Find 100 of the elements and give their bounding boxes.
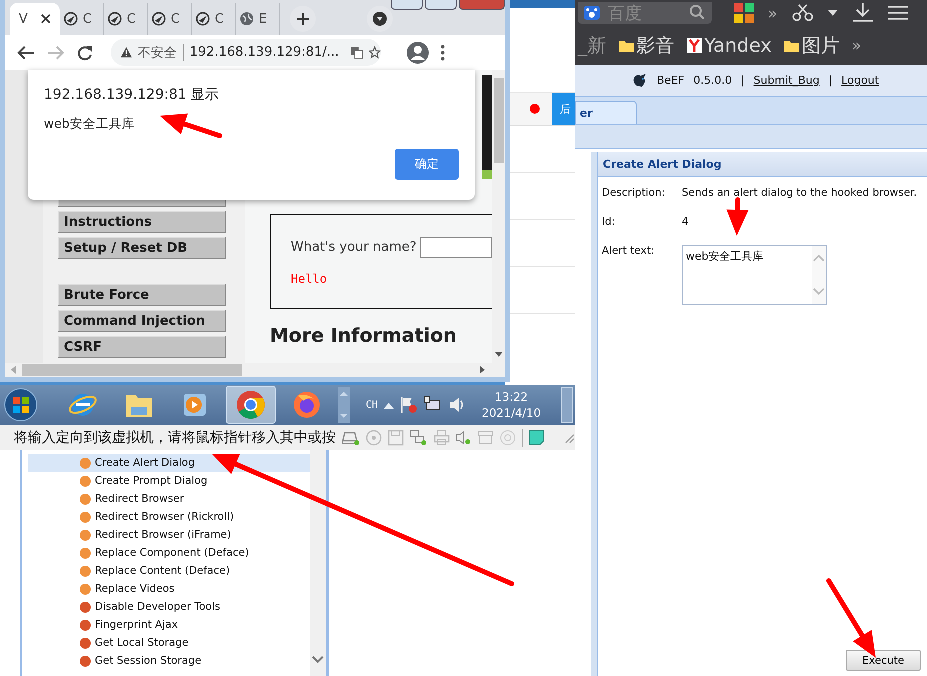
play-icon <box>181 391 209 419</box>
tree-item[interactable]: Get Session Storage <box>28 652 310 670</box>
tab-search-icon[interactable] <box>367 6 393 32</box>
start-button[interactable] <box>4 388 38 422</box>
bookmark[interactable]: Yandex <box>686 34 772 56</box>
tree-item[interactable]: Replace Content (Deface) <box>28 562 310 580</box>
bookmark[interactable]: 图片 <box>784 32 840 58</box>
menu-button[interactable]: CSRF <box>58 336 226 358</box>
module-name: Create Alert Dialog <box>95 457 196 469</box>
flag-icon[interactable] <box>400 396 418 414</box>
bookmark[interactable]: _新 <box>578 32 606 58</box>
field-label: What's your name? <box>291 240 417 255</box>
module-name: Replace Component (Deface) <box>95 547 250 559</box>
header-link[interactable]: Logout <box>842 74 880 87</box>
clock[interactable]: 13:22 2021/4/10 <box>482 390 542 420</box>
name-input[interactable] <box>420 237 492 258</box>
ok-button[interactable]: 确定 <box>395 149 459 180</box>
text-area[interactable]: web安全工具库 <box>682 245 827 305</box>
section-heading: More Information <box>270 325 458 347</box>
bookmark[interactable]: 影音 <box>618 32 674 58</box>
module-name: Redirect Browser (iFrame) <box>95 529 232 541</box>
fox-logo-icon <box>292 390 322 420</box>
tree-item[interactable]: Redirect Browser <box>28 490 310 508</box>
target-icon <box>500 430 516 446</box>
language-indicator[interactable]: CH <box>366 400 378 410</box>
menu-icon[interactable] <box>888 6 908 20</box>
plane-icon <box>108 12 122 26</box>
down-arrow-icon[interactable] <box>494 352 502 357</box>
address-bar[interactable]: 不安全 192.168.139.129:81/... <box>111 39 381 66</box>
field-label: Alert text: <box>602 245 656 259</box>
plane-icon <box>196 12 210 26</box>
translate-icon[interactable] <box>351 46 364 60</box>
field-label: Description: <box>602 187 666 199</box>
tree-item[interactable]: Redirect Browser (Rickroll) <box>28 508 310 526</box>
arrow <box>726 198 749 236</box>
menu-button[interactable]: Setup / Reset DB <box>58 237 226 259</box>
panel-title: Create Alert Dialog <box>598 152 927 177</box>
tree-item[interactable]: Replace Videos <box>28 580 310 598</box>
back-icon[interactable] <box>17 44 35 60</box>
caret-icon[interactable] <box>828 10 838 16</box>
paw-icon <box>584 6 600 20</box>
tree-item[interactable]: Replace Component (Deface) <box>28 544 310 562</box>
bull-icon <box>632 72 648 88</box>
hard-disk-icon <box>342 430 360 446</box>
more-icon[interactable] <box>441 44 445 60</box>
reload-icon[interactable] <box>77 44 93 60</box>
new-tab-icon[interactable] <box>290 6 316 32</box>
star-icon[interactable] <box>369 45 381 60</box>
scrollbar[interactable] <box>492 70 505 363</box>
field-value: 4 <box>682 216 690 228</box>
execute-button[interactable]: Execute <box>846 650 921 671</box>
browser-tab[interactable]: V <box>10 3 60 35</box>
scrollbar[interactable] <box>5 363 505 377</box>
up-arrow-icon[interactable] <box>384 402 394 408</box>
dialog-message: web安全工具库 <box>44 116 135 133</box>
date-text: 2021/4/10 <box>482 406 542 420</box>
overflow-chevron[interactable]: » <box>768 4 778 22</box>
archive-icon <box>478 430 494 446</box>
module-name: Create Prompt Dialog <box>95 475 208 487</box>
close-icon[interactable] <box>41 14 51 24</box>
right-arrow-icon[interactable] <box>480 366 485 374</box>
scissors-icon[interactable] <box>792 4 814 22</box>
overflow-chevron[interactable]: » <box>852 36 862 55</box>
note-icon <box>529 430 545 446</box>
menu-button[interactable]: Brute Force <box>58 284 226 306</box>
module-name: Get Session Storage <box>95 655 202 667</box>
scroll-thumb[interactable] <box>22 364 242 376</box>
module-name: Replace Videos <box>95 583 175 595</box>
folder-icon <box>784 40 799 52</box>
network-adapter-icon <box>410 430 428 446</box>
tab[interactable]: er <box>575 101 637 124</box>
header-link[interactable]: Submit_Bug <box>754 74 820 87</box>
status-text: 将输入定向到该虚拟机，请将鼠标指针移入其中或按 <box>14 428 336 446</box>
download-icon[interactable] <box>852 3 874 23</box>
minimize-button[interactable] <box>391 0 423 10</box>
tree-item[interactable]: Get Local Storage <box>28 634 310 652</box>
tree-item[interactable]: Disable Developer Tools <box>28 598 310 616</box>
menu-button[interactable]: Command Injection <box>58 310 226 332</box>
app-version-text: 0.5.0.0 <box>694 74 732 87</box>
sound-icon <box>456 430 472 446</box>
tiles-icon[interactable] <box>734 3 754 23</box>
chevron-down-icon[interactable] <box>312 656 324 664</box>
maximize-button[interactable] <box>425 0 457 10</box>
module-name: Replace Content (Deface) <box>95 565 230 577</box>
tree-item[interactable]: Create Alert Dialog <box>28 454 310 472</box>
field-label: Id: <box>602 216 616 228</box>
chrome-logo-icon <box>236 390 266 420</box>
tree-item[interactable]: Create Prompt Dialog <box>28 472 310 490</box>
account-icon[interactable] <box>407 42 429 64</box>
tree-item[interactable]: Fingerprint Ajax <box>28 616 310 634</box>
arrow <box>160 114 222 138</box>
scroll-thumb[interactable] <box>494 78 504 163</box>
search-icon[interactable] <box>688 5 706 21</box>
resize-grip-icon[interactable] <box>563 432 575 444</box>
menu-button[interactable]: Instructions <box>58 211 226 233</box>
folder-icon <box>618 40 634 52</box>
taskbar-button[interactable] <box>226 386 276 424</box>
dot-icon <box>530 104 540 114</box>
app-version-text: BeEF <box>657 74 685 87</box>
tree-item[interactable]: Redirect Browser (iFrame) <box>28 526 310 544</box>
